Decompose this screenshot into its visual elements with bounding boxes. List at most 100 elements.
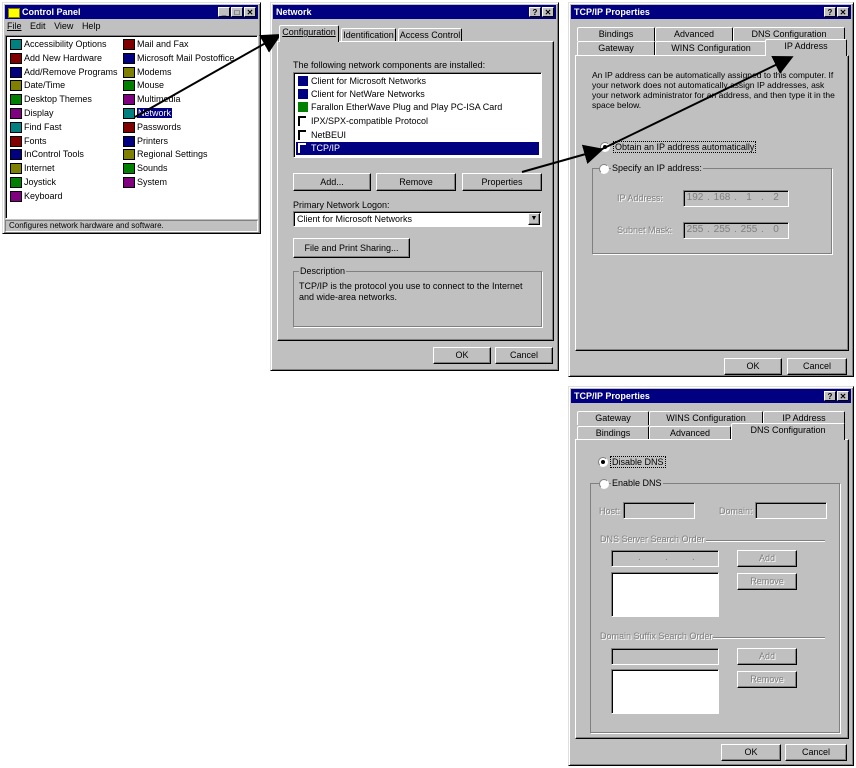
- applet-icon: [10, 66, 22, 78]
- mask-separator: .: [734, 224, 737, 235]
- menu-help[interactable]: Help: [82, 21, 101, 31]
- add-button[interactable]: Add...: [293, 173, 371, 191]
- dns-add-button[interactable]: Add: [737, 550, 797, 567]
- item-label: System: [137, 177, 168, 187]
- tab-advanced[interactable]: Advanced: [655, 27, 733, 41]
- tcpip-dns-titlebar[interactable]: TCP/IP Properties ? ✕: [571, 389, 851, 403]
- ok-button[interactable]: OK: [433, 347, 491, 364]
- menu-edit[interactable]: Edit: [30, 21, 46, 31]
- list-item[interactable]: IPX/SPX-compatible Protocol: [296, 115, 428, 128]
- applet-icon: [123, 39, 135, 50]
- maximize-button[interactable]: □: [231, 7, 243, 17]
- logon-value: Client for Microsoft Networks: [297, 214, 413, 224]
- tab-dns-configuration[interactable]: DNS Configuration: [731, 423, 845, 440]
- menu-file[interactable]: File: [7, 21, 22, 31]
- ok-button[interactable]: OK: [721, 744, 781, 761]
- window-title: TCP/IP Properties: [574, 7, 650, 17]
- properties-button[interactable]: Properties: [462, 173, 542, 191]
- installed-label: The following network components are ins…: [293, 60, 486, 70]
- obtain-ip-radio[interactable]: [600, 142, 610, 152]
- domain-input[interactable]: [755, 502, 827, 519]
- close-button[interactable]: ✕: [837, 7, 849, 17]
- dns-server-list[interactable]: [611, 572, 719, 617]
- item-label: Keyboard: [24, 190, 63, 201]
- list-item-selected[interactable]: TCP/IP: [296, 142, 539, 155]
- suffix-input[interactable]: [611, 648, 719, 665]
- file-print-sharing-button[interactable]: File and Print Sharing...: [293, 238, 410, 258]
- dns-remove-button[interactable]: Remove: [737, 573, 797, 590]
- tcpip-titlebar[interactable]: TCP/IP Properties ? ✕: [571, 5, 851, 19]
- applet-icon: [123, 121, 135, 133]
- list-item[interactable]: Client for Microsoft Networks: [296, 75, 426, 88]
- ip-info-text: An IP address can be automatically assig…: [592, 70, 835, 110]
- close-button[interactable]: ✕: [542, 7, 554, 17]
- tab-access-control[interactable]: Access Control: [398, 28, 462, 42]
- item-label: Mail and Fax: [137, 39, 189, 49]
- item-label: InControl Tools: [24, 149, 84, 160]
- suffix-list[interactable]: [611, 669, 719, 714]
- applet-icon: [10, 177, 22, 188]
- tab-identification[interactable]: Identification: [341, 28, 396, 42]
- disable-dns-radio[interactable]: [598, 457, 608, 467]
- help-button[interactable]: ?: [824, 391, 836, 401]
- item-label: Passwords: [137, 121, 182, 132]
- obtain-ip-label[interactable]: Obtain an IP address automatically: [613, 141, 757, 153]
- tab-advanced[interactable]: Advanced: [649, 426, 731, 440]
- cancel-button[interactable]: Cancel: [787, 358, 847, 375]
- applet-icon: [10, 121, 22, 133]
- network-dialog: Network ? ✕ Configuration Identification…: [270, 2, 559, 371]
- close-button[interactable]: ✕: [244, 7, 256, 17]
- tab-ip-address[interactable]: IP Address: [765, 39, 847, 56]
- list-item[interactable]: Farallon EtherWave Plug and Play PC-ISA …: [296, 101, 502, 114]
- list-item[interactable]: Client for NetWare Networks: [296, 88, 425, 101]
- network-client-icon: [298, 89, 308, 99]
- ok-button[interactable]: OK: [724, 358, 782, 375]
- cancel-button[interactable]: Cancel: [495, 347, 553, 364]
- mask-separator: .: [761, 224, 764, 235]
- item-label: Display: [24, 108, 54, 118]
- mask-separator: .: [707, 224, 710, 235]
- control-panel-titlebar[interactable]: Control Panel _ □ ✕: [5, 5, 258, 19]
- menu-view[interactable]: View: [54, 21, 73, 31]
- dropdown-arrow-icon[interactable]: ▼: [528, 213, 540, 225]
- applet-icon: [10, 52, 22, 64]
- tab-wins-configuration[interactable]: WINS Configuration: [655, 41, 767, 55]
- enable-dns-radio[interactable]: [599, 479, 609, 489]
- description-text: TCP/IP is the protocol you use to connec…: [299, 281, 523, 302]
- components-list[interactable]: Client for Microsoft Networks Client for…: [293, 72, 542, 158]
- host-input[interactable]: [623, 502, 695, 519]
- help-button[interactable]: ?: [529, 7, 541, 17]
- list-item[interactable]: NetBEUI: [296, 129, 346, 142]
- primary-logon-select[interactable]: Client for Microsoft Networks ▼: [293, 211, 542, 227]
- protocol-icon: [298, 143, 306, 153]
- suffix-remove-button[interactable]: Remove: [737, 671, 797, 688]
- menu-bar: File Edit View Help: [7, 21, 100, 33]
- status-text: Configures network hardware and software…: [9, 221, 164, 230]
- ip-address-field[interactable]: 192. 168. 1. 2: [683, 190, 789, 207]
- tab-bindings[interactable]: Bindings: [577, 27, 655, 41]
- tab-gateway[interactable]: Gateway: [577, 41, 655, 55]
- disable-dns-label[interactable]: Disable DNS: [610, 456, 666, 468]
- help-button[interactable]: ?: [824, 7, 836, 17]
- suffix-add-button[interactable]: Add: [737, 648, 797, 665]
- network-titlebar[interactable]: Network ? ✕: [273, 5, 556, 19]
- specify-ip-label[interactable]: Specify an IP address:: [611, 163, 703, 173]
- specify-ip-radio[interactable]: [599, 164, 609, 174]
- tab-configuration[interactable]: Configuration: [279, 25, 339, 42]
- minimize-button[interactable]: _: [218, 7, 230, 17]
- domain-label: Domain:: [719, 506, 753, 516]
- remove-button[interactable]: Remove: [376, 173, 456, 191]
- cancel-button[interactable]: Cancel: [785, 744, 847, 761]
- applet-icon: [123, 66, 135, 78]
- enable-dns-label[interactable]: Enable DNS: [611, 478, 663, 488]
- applet-icon: [123, 108, 135, 119]
- item-label: Find Fast: [24, 121, 62, 132]
- enable-dns-group: Enable DNS Host: Domain: DNS Server Sear…: [590, 478, 840, 733]
- dns-server-input[interactable]: . . .: [611, 550, 719, 567]
- subnet-mask-field[interactable]: 255. 255. 255. 0: [683, 222, 789, 239]
- tcpip-ip-dialog: TCP/IP Properties ? ✕ Bindings Advanced …: [568, 2, 854, 377]
- tab-bindings[interactable]: Bindings: [577, 426, 649, 440]
- protocol-icon: [298, 130, 306, 140]
- close-button[interactable]: ✕: [837, 391, 849, 401]
- tab-gateway[interactable]: Gateway: [577, 411, 649, 425]
